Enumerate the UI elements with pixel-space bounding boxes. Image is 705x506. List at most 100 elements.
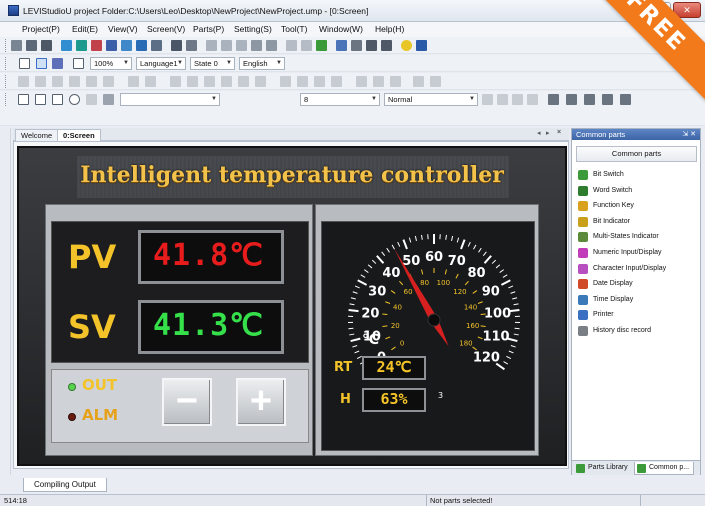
paste-icon[interactable]: [236, 40, 247, 51]
window-icon[interactable]: [76, 40, 87, 51]
frame-icon[interactable]: [106, 40, 117, 51]
send-back-icon[interactable]: [297, 76, 308, 87]
remove-icon[interactable]: [266, 40, 277, 51]
font-select[interactable]: ▼: [120, 93, 220, 106]
forward-icon[interactable]: [314, 76, 325, 87]
align-right-icon[interactable]: [35, 76, 46, 87]
menu-view[interactable]: View(V): [108, 24, 138, 34]
bring-front-icon[interactable]: [280, 76, 291, 87]
circle-icon[interactable]: [69, 94, 80, 105]
align-center-icon[interactable]: [86, 76, 97, 87]
align-grid-icon[interactable]: [255, 76, 266, 87]
editor-canvas[interactable]: Intelligent temperature controller PV 41…: [13, 141, 569, 469]
tab-scroll-right-icon[interactable]: ▸: [546, 129, 550, 137]
monitor-icon[interactable]: [366, 40, 377, 51]
parts-item[interactable]: History disc record: [578, 325, 698, 337]
tab-scroll-left-icon[interactable]: ◂: [537, 129, 541, 137]
distribute-h-icon[interactable]: [170, 76, 181, 87]
save-icon[interactable]: [41, 40, 52, 51]
sv-display[interactable]: 41.3℃: [138, 300, 284, 354]
help-icon[interactable]: [401, 40, 412, 51]
text-align-left-icon[interactable]: [482, 94, 493, 105]
flip-v-icon[interactable]: [430, 76, 441, 87]
parts-item[interactable]: Numeric Input/Display: [578, 247, 698, 259]
menu-screen[interactable]: Screen(V): [147, 24, 185, 34]
parts-item[interactable]: Multi-States Indicator: [578, 231, 698, 243]
zoom-icon[interactable]: [73, 58, 84, 69]
tab-compiling-output[interactable]: Compiling Output: [23, 478, 107, 492]
parts-item[interactable]: Word Switch: [578, 185, 698, 197]
parts-item[interactable]: Time Display: [578, 294, 698, 306]
lock-icon[interactable]: [390, 76, 401, 87]
decrease-button[interactable]: −: [162, 378, 212, 426]
group-icon[interactable]: [356, 76, 367, 87]
recipe-icon[interactable]: [566, 94, 577, 105]
list-icon[interactable]: [52, 58, 63, 69]
download-icon[interactable]: [186, 40, 197, 51]
line-icon[interactable]: [86, 94, 97, 105]
backward-icon[interactable]: [331, 76, 342, 87]
flip-h-icon[interactable]: [413, 76, 424, 87]
same-size-icon[interactable]: [238, 76, 249, 87]
same-width-icon[interactable]: [204, 76, 215, 87]
display-language-select[interactable]: English ▼: [239, 57, 285, 70]
new-icon[interactable]: [11, 40, 22, 51]
style-select[interactable]: Normal ▼: [384, 93, 478, 106]
text-size-icon[interactable]: [527, 94, 538, 105]
align-middle-icon[interactable]: [103, 76, 114, 87]
redo-icon[interactable]: [301, 40, 312, 51]
shape-icon[interactable]: [52, 94, 63, 105]
rotate-left-icon[interactable]: [128, 76, 139, 87]
fill-icon[interactable]: [103, 94, 114, 105]
disk-icon[interactable]: [171, 40, 182, 51]
align-left-icon[interactable]: [18, 76, 29, 87]
copy-screen-icon[interactable]: [121, 40, 132, 51]
grid-icon[interactable]: [251, 40, 262, 51]
state-select[interactable]: State 0 ▼: [190, 57, 235, 70]
pv-display[interactable]: 41.8℃: [138, 230, 284, 284]
text-align-right-icon[interactable]: [512, 94, 523, 105]
ungroup-icon[interactable]: [373, 76, 384, 87]
tab-welcome[interactable]: Welcome: [15, 129, 59, 141]
menu-edit[interactable]: Edit(E): [72, 24, 98, 34]
upload-icon[interactable]: [381, 40, 392, 51]
parts-item[interactable]: Date Display: [578, 278, 698, 290]
check-icon[interactable]: [316, 40, 327, 51]
rotate-right-icon[interactable]: [145, 76, 156, 87]
library-icon[interactable]: [136, 40, 147, 51]
rt-display[interactable]: 24℃: [362, 356, 426, 380]
tab-parts-library[interactable]: Parts Library: [574, 462, 628, 475]
menu-window[interactable]: Window(W): [319, 24, 363, 34]
screen-icon[interactable]: [61, 40, 72, 51]
menu-help[interactable]: Help(H): [375, 24, 404, 34]
parts-item[interactable]: Character Input/Display: [578, 263, 698, 275]
cut-icon[interactable]: [206, 40, 217, 51]
h-display[interactable]: 63%: [362, 388, 426, 412]
common-parts-button[interactable]: Common parts: [576, 146, 697, 162]
controller-panel[interactable]: PV 41.8℃ SV 41.3℃ OUT ALM − +: [45, 204, 313, 456]
delete-screen-icon[interactable]: [91, 40, 102, 51]
menu-parts[interactable]: Parts(P): [193, 24, 224, 34]
pane-pin-icon[interactable]: ⇲ ✕: [682, 129, 696, 140]
zoom-select[interactable]: 100% ▼: [90, 57, 132, 70]
trend-icon[interactable]: [584, 94, 595, 105]
menu-project[interactable]: Project(P): [22, 24, 60, 34]
parts-item[interactable]: Printer: [578, 309, 698, 321]
tab-common-parts[interactable]: Common p...: [634, 462, 695, 475]
gauge-panel[interactable]: 0102030405060708090100110120020406080100…: [315, 204, 539, 456]
about-icon[interactable]: [416, 40, 427, 51]
hmi-screen[interactable]: Intelligent temperature controller PV 41…: [17, 146, 567, 466]
copy-icon[interactable]: [221, 40, 232, 51]
rectangle-icon[interactable]: [18, 94, 29, 105]
menu-tool[interactable]: Tool(T): [281, 24, 307, 34]
menu-setting[interactable]: Setting(S): [234, 24, 272, 34]
parts-item[interactable]: Bit Indicator: [578, 216, 698, 228]
simulate-icon[interactable]: [336, 40, 347, 51]
offline-icon[interactable]: [351, 40, 362, 51]
parts-item[interactable]: Bit Switch: [578, 169, 698, 181]
grid-toggle-icon[interactable]: [19, 58, 30, 69]
font-size-select[interactable]: 8 ▼: [300, 93, 380, 106]
compile-icon[interactable]: [151, 40, 162, 51]
parts-item[interactable]: Function Key: [578, 200, 698, 212]
layout-icon[interactable]: [36, 58, 47, 69]
